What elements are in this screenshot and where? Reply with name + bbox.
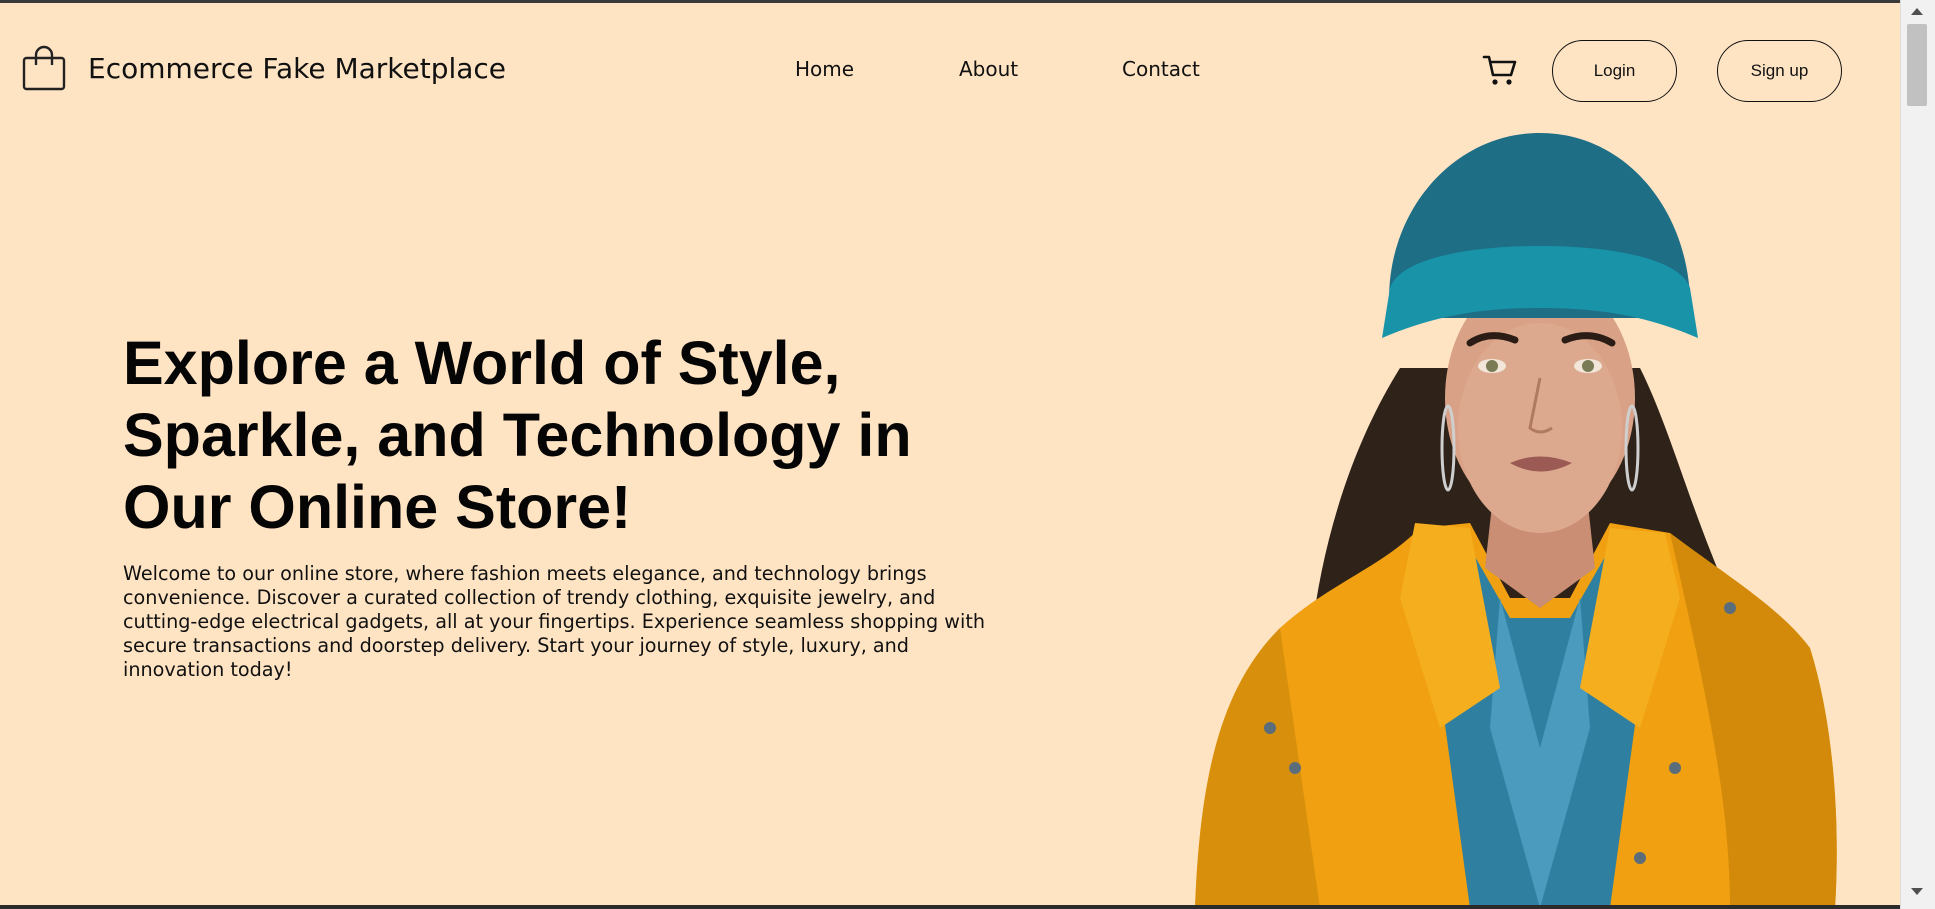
scroll-down-arrow-icon[interactable] bbox=[1911, 888, 1923, 895]
brand-title: Ecommerce Fake Marketplace bbox=[88, 51, 507, 85]
nav-home-link[interactable]: Home bbox=[795, 57, 854, 81]
scroll-up-arrow-icon[interactable] bbox=[1911, 8, 1923, 15]
hero-title: Explore a World of Style, Sparkle, and T… bbox=[123, 329, 912, 541]
shopping-bag-icon bbox=[22, 45, 66, 91]
page-viewport: Ecommerce Fake Marketplace Home About Co… bbox=[0, 0, 1900, 905]
brand[interactable]: Ecommerce Fake Marketplace bbox=[22, 45, 506, 91]
login-button[interactable]: Login bbox=[1552, 40, 1677, 102]
scrollbar-thumb[interactable] bbox=[1907, 24, 1927, 106]
nav-about-link[interactable]: About bbox=[959, 57, 1018, 81]
hero-description: Welcome to our online store, where fashi… bbox=[123, 562, 986, 681]
hero-model-image bbox=[1195, 133, 1837, 905]
window-bottom-edge bbox=[0, 905, 1900, 909]
shopping-cart-icon[interactable] bbox=[1482, 53, 1518, 87]
navbar: Ecommerce Fake Marketplace Home About Co… bbox=[0, 3, 1900, 138]
nav-contact-link[interactable]: Contact bbox=[1122, 57, 1200, 81]
vertical-scrollbar[interactable] bbox=[1900, 0, 1935, 909]
signup-button[interactable]: Sign up bbox=[1717, 40, 1842, 102]
